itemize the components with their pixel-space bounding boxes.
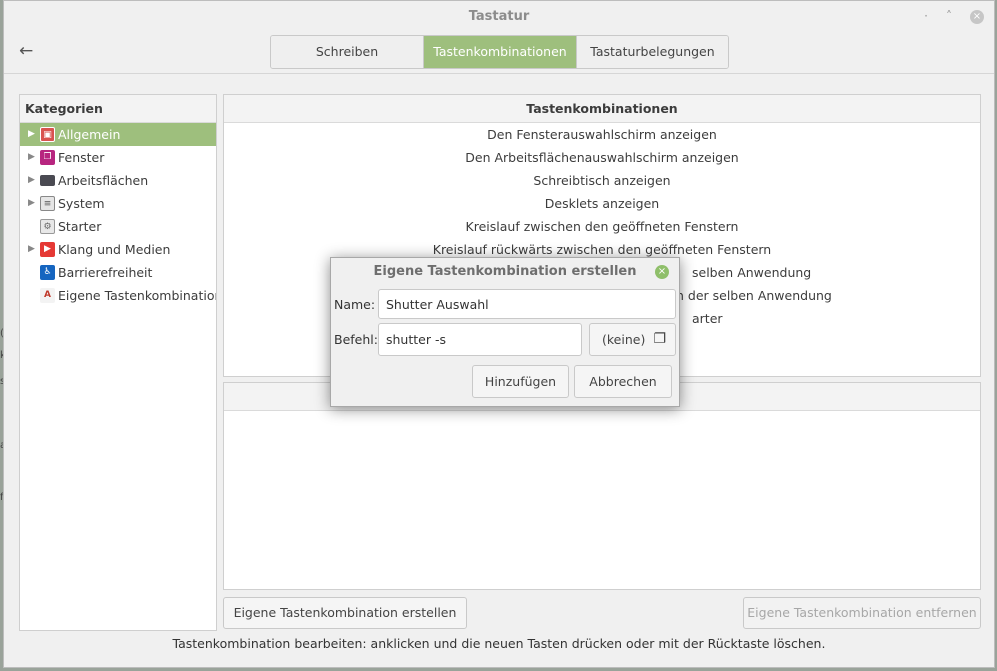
minimize-button[interactable]: · xyxy=(924,9,928,23)
shortcuts-panel-title: Tastenkombinationen xyxy=(224,95,980,123)
sidebar-title: Kategorien xyxy=(20,95,216,123)
launcher-icon: ⚙ xyxy=(40,219,55,234)
general-icon: ▣ xyxy=(40,127,55,142)
sidebar-item-system[interactable]: ▶ ≡ System xyxy=(20,192,216,215)
custom-shortcut-icon: A xyxy=(40,288,55,303)
header-divider xyxy=(4,73,994,74)
expand-arrow-icon[interactable]: ▶ xyxy=(28,169,35,192)
media-icon: ▶ xyxy=(40,242,55,257)
add-button[interactable]: Hinzufügen xyxy=(472,365,569,398)
keybindings-panel xyxy=(223,382,981,590)
window-title: Tastatur xyxy=(468,9,530,24)
expand-arrow-icon[interactable]: ▶ xyxy=(28,192,35,215)
close-button[interactable]: × xyxy=(970,10,984,24)
shortcut-row[interactable]: Desklets anzeigen xyxy=(224,192,980,215)
command-input[interactable] xyxy=(378,323,582,356)
name-input[interactable] xyxy=(378,289,676,319)
tab-bar: Schreiben Tastenkombinationen Tastaturbe… xyxy=(270,35,729,69)
accessibility-icon: ♿ xyxy=(40,265,55,280)
shortcut-row[interactable]: Den Arbeitsflächenauswahlschirm anzeigen xyxy=(224,146,980,169)
sidebar-item-fenster[interactable]: ▶ ❐ Fenster xyxy=(20,146,216,169)
categories-sidebar: Kategorien ▶ ▣ Allgemein ▶ ❐ Fenster ▶ A… xyxy=(19,94,217,631)
copy-icon: ❐ xyxy=(653,331,666,347)
expand-arrow-icon[interactable]: ▶ xyxy=(28,146,35,169)
sidebar-item-barrierefreiheit[interactable]: ♿ Barrierefreiheit xyxy=(20,261,216,284)
sidebar-item-eigene-tastenkombinationen[interactable]: A Eigene Tastenkombinationen xyxy=(20,284,216,307)
sidebar-item-label: Arbeitsflächen xyxy=(58,173,149,188)
sidebar-item-label: Starter xyxy=(58,219,102,234)
sidebar-item-label: Barrierefreiheit xyxy=(58,265,153,280)
sidebar-item-label: Allgemein xyxy=(58,127,121,142)
window-icon: ❐ xyxy=(40,150,55,165)
dialog-close-icon[interactable]: × xyxy=(655,265,669,279)
tab-schreiben[interactable]: Schreiben xyxy=(271,36,424,68)
shortcut-row[interactable]: Den Fensterauswahlschirm anzeigen xyxy=(224,123,980,146)
sidebar-item-starter[interactable]: ⚙ Starter xyxy=(20,215,216,238)
sidebar-item-allgemein[interactable]: ▶ ▣ Allgemein xyxy=(20,123,216,146)
shortcut-row[interactable]: Schreibtisch anzeigen xyxy=(224,169,980,192)
maximize-button[interactable]: ˄ xyxy=(946,9,952,23)
tab-tastaturbelegungen[interactable]: Tastaturbelegungen xyxy=(577,36,728,68)
sidebar-item-label: System xyxy=(58,196,105,211)
expand-arrow-icon[interactable]: ▶ xyxy=(28,238,35,261)
sidebar-item-arbeitsflaechen[interactable]: ▶ Arbeitsflächen xyxy=(20,169,216,192)
remove-shortcut-button[interactable]: Eigene Tastenkombination entfernen xyxy=(743,597,981,629)
footer-hint: Tastenkombination bearbeiten: anklicken … xyxy=(172,636,826,651)
sidebar-item-label: Fenster xyxy=(58,150,105,165)
sidebar-item-klang-und-medien[interactable]: ▶ ▶ Klang und Medien xyxy=(20,238,216,261)
expand-arrow-icon[interactable]: ▶ xyxy=(28,123,35,146)
name-label: Name: xyxy=(334,297,376,312)
command-label: Befehl: xyxy=(334,332,378,347)
sidebar-item-label: Klang und Medien xyxy=(58,242,171,257)
cancel-button[interactable]: Abbrechen xyxy=(574,365,672,398)
shortcut-row[interactable]: Kreislauf zwischen den geöffneten Fenste… xyxy=(224,215,980,238)
create-shortcut-dialog: Eigene Tastenkombination erstellen × Nam… xyxy=(330,257,680,407)
dialog-title: Eigene Tastenkombination erstellen xyxy=(373,264,637,279)
file-chooser-label: (keine) xyxy=(602,332,646,347)
create-shortcut-button[interactable]: Eigene Tastenkombination erstellen xyxy=(223,597,467,629)
workspace-icon xyxy=(40,175,55,186)
back-arrow-icon[interactable]: ← xyxy=(19,41,33,61)
system-icon: ≡ xyxy=(40,196,55,211)
file-chooser-button[interactable]: (keine) ❐ xyxy=(589,323,676,356)
sidebar-item-label: Eigene Tastenkombinationen xyxy=(58,288,216,303)
tab-tastenkombinationen[interactable]: Tastenkombinationen xyxy=(424,36,577,68)
